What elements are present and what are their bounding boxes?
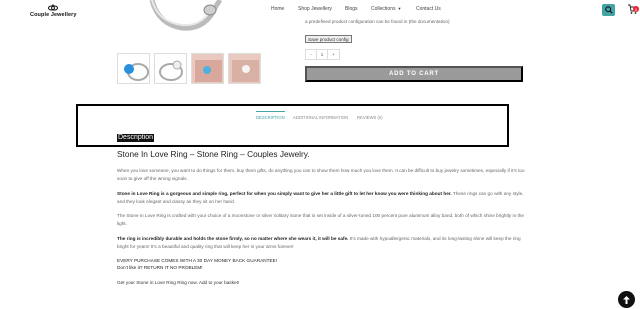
thumbnail-ring-on-hand-moonstone[interactable] — [228, 53, 261, 84]
quantity-stepper: - 1 + — [305, 49, 340, 60]
search-icon — [604, 6, 613, 14]
ring-image — [195, 60, 222, 82]
scroll-to-top-button[interactable] — [618, 291, 635, 308]
ring-logo-icon — [48, 4, 59, 11]
chevron-down-icon: ▼ — [397, 6, 402, 11]
thumbnail-silver-stone-ring[interactable] — [154, 53, 187, 84]
nav-item-contact-us[interactable]: Contact Us — [416, 6, 441, 12]
description-paragraph: When you love someone, you want to do th… — [117, 168, 525, 182]
tab-description[interactable]: DESCRIPTION — [256, 111, 285, 123]
quantity-input[interactable]: 1 — [317, 50, 328, 59]
product-main-image[interactable] — [148, 0, 224, 34]
nav-item-blogs[interactable]: Blogs — [345, 6, 358, 12]
product-thumbnails — [117, 53, 261, 84]
description-title: Stone In Love Ring – Stone Ring – Couple… — [117, 149, 310, 159]
description-content: Stone In Love Ring – Stone Ring – Couple… — [117, 149, 527, 294]
description-bold-text: The ring is incredibly durable and holds… — [117, 235, 349, 241]
ring-image — [124, 63, 149, 81]
ring-image — [159, 60, 183, 81]
brand-name: Couple Jewellery — [30, 12, 77, 18]
description-paragraph: The Stone in Love Ring is crafted with y… — [117, 213, 524, 227]
save-product-config-button[interactable]: Save product config — [305, 35, 352, 43]
description-heading: Description — [117, 134, 155, 142]
site-logo[interactable]: Couple Jewellery — [30, 4, 77, 18]
nav-item-home[interactable]: Home — [271, 6, 284, 12]
nav-item-collections[interactable]: Collections ▼ — [371, 6, 401, 12]
config-note: a predefined product configuration can b… — [305, 19, 450, 24]
quantity-plus-button[interactable]: + — [328, 50, 339, 59]
quantity-minus-button[interactable]: - — [306, 50, 317, 59]
arrow-up-icon — [623, 295, 630, 304]
ring-image — [232, 60, 259, 82]
thumbnail-ring-on-hand[interactable] — [191, 53, 224, 84]
guarantee-line: Don’t like it? RETURN IT NO PROBLEM! — [117, 265, 203, 271]
cart-count-badge: 0 — [633, 6, 639, 12]
tab-reviews[interactable]: REVIEWS (0) — [357, 115, 383, 123]
thumbnail-blue-stone-ring[interactable] — [117, 53, 150, 84]
nav-item-collections-label: Collections — [371, 6, 396, 12]
nav-item-shop-jewellery[interactable]: Shop Jewellery — [298, 6, 332, 12]
search-button[interactable] — [602, 4, 615, 16]
description-closing: Get your Stone in Love Ring Ring now. Ad… — [117, 280, 240, 286]
tab-additional-information[interactable]: ADDITIONAL INFORMATION — [293, 115, 348, 123]
description-bold-text: Stone in Love Ring is a gorgeous and sim… — [117, 190, 452, 196]
description-paragraph: The ring is incredibly durable and holds… — [117, 235, 527, 252]
description-paragraph: Stone in Love Ring is a gorgeous and sim… — [117, 190, 527, 207]
add-to-cart-button[interactable]: ADD TO CART — [305, 66, 523, 82]
guarantee-note: EVERY PURCHASE COMES WITH A 30 DAY MONEY… — [117, 257, 527, 271]
guarantee-line: EVERY PURCHASE COMES WITH A 30 DAY MONEY… — [117, 258, 278, 264]
